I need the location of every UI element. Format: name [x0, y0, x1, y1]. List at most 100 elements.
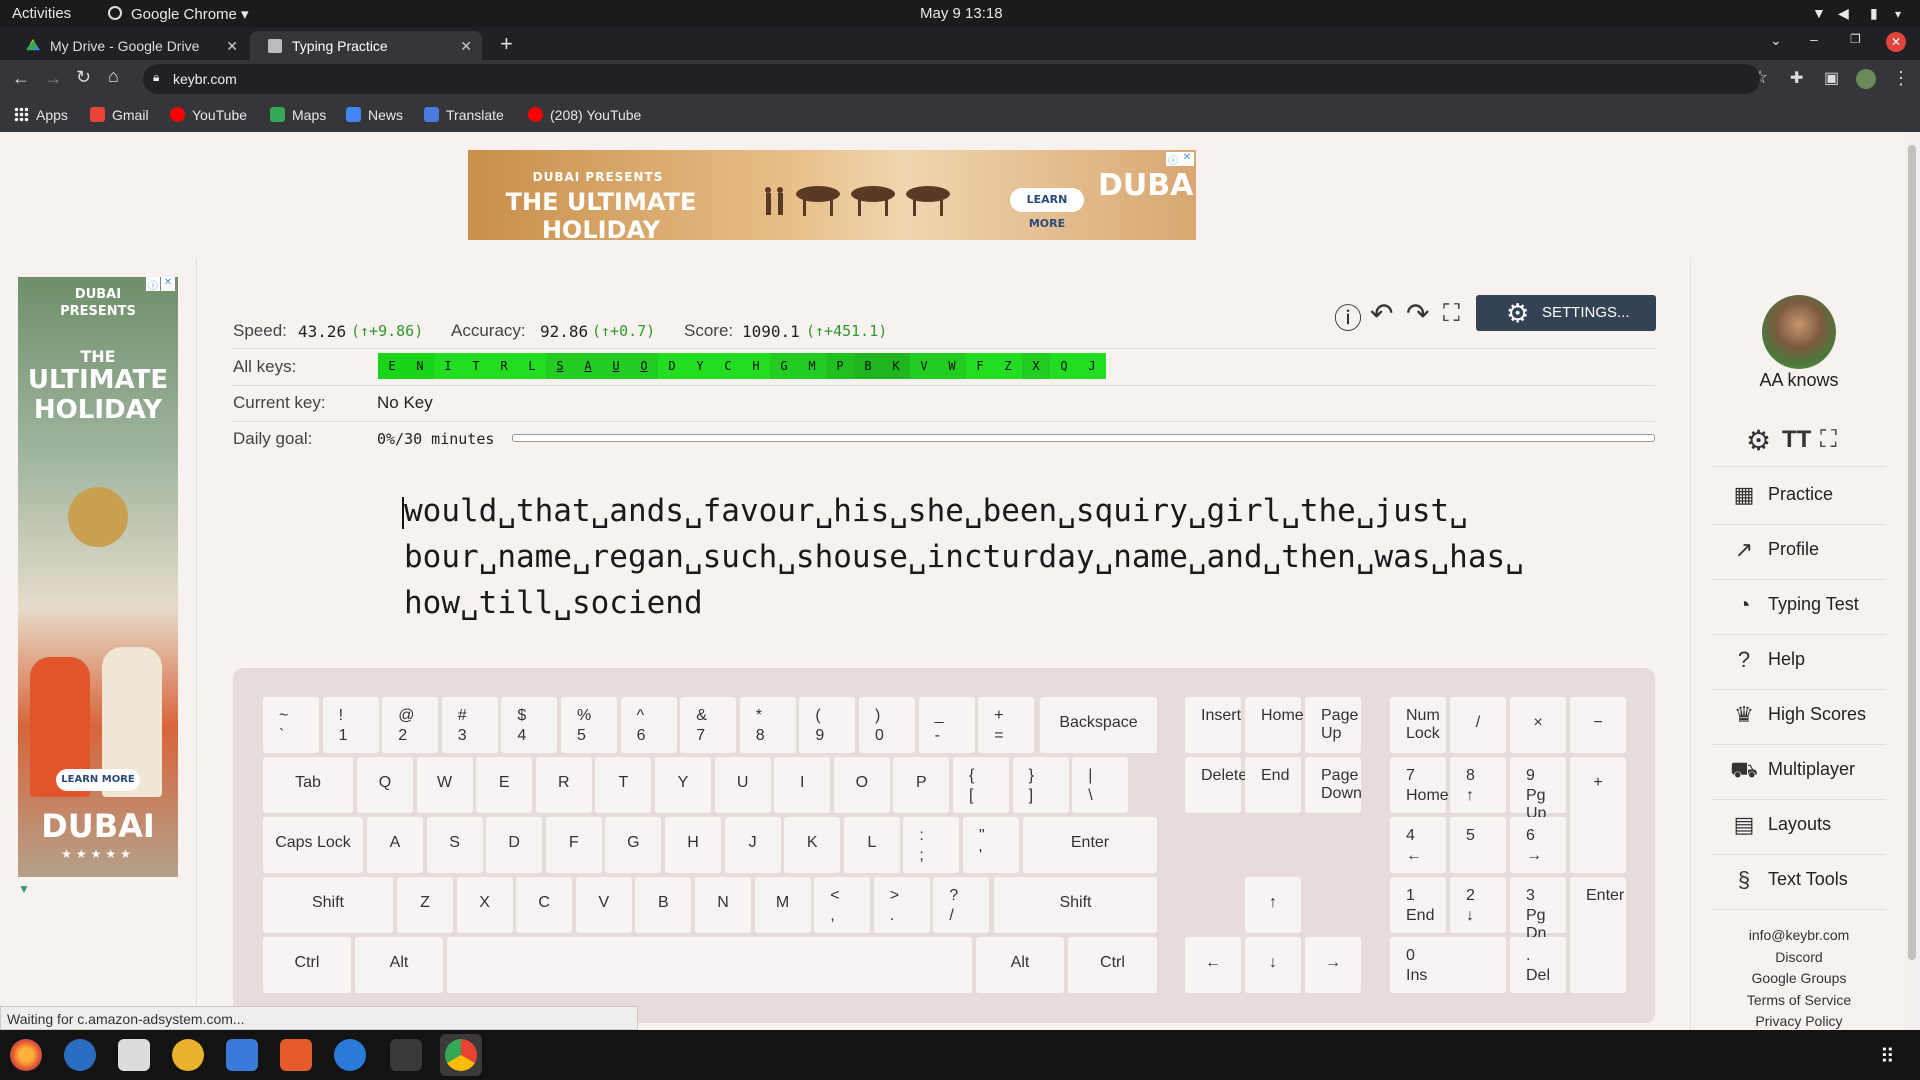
caps-lock-key[interactable]: Caps Lock [263, 817, 363, 873]
bookmark-youtube-208[interactable]: (208) YouTube [528, 107, 641, 123]
key-w[interactable]: W [416, 757, 473, 813]
numpad-enter-key[interactable]: Enter [1570, 877, 1626, 993]
key-stat-r[interactable]: R [490, 353, 518, 379]
key-6[interactable]: ^ 6 [620, 697, 677, 753]
scrollbar-thumb[interactable] [1908, 145, 1916, 960]
key-9[interactable]: :; [903, 817, 960, 873]
key-8[interactable]: L [843, 817, 900, 873]
side-panel-icon[interactable]: ▣ [1824, 68, 1839, 88]
key-stat-i[interactable]: I [434, 353, 462, 379]
footer-link[interactable]: Terms of Service [1712, 992, 1886, 1008]
volume-icon[interactable]: ◀ [1838, 5, 1849, 22]
help-icon[interactable] [334, 1039, 366, 1071]
key-5[interactable]: % 5 [561, 697, 617, 753]
sidebar-item-multiplayer[interactable]: ⛟ Multiplayer [1730, 757, 1886, 787]
numpad-1-key[interactable]: 1 End [1390, 877, 1446, 933]
key-r[interactable]: R [535, 757, 592, 813]
numpad-6-key[interactable]: 6 → [1510, 817, 1566, 873]
key-stat-b[interactable]: B [854, 353, 882, 379]
right-alt-key[interactable]: Alt [976, 937, 1064, 993]
figma-icon[interactable] [390, 1039, 422, 1071]
close-window-icon[interactable]: ✕ [1886, 32, 1906, 52]
chrome-taskbar-item[interactable] [440, 1034, 482, 1076]
numpad-4-key[interactable]: 4 ← [1390, 817, 1446, 873]
sidebar-item-profile[interactable]: ↗ Profile [1730, 537, 1886, 567]
key-6[interactable]: M [754, 877, 811, 933]
key-12[interactable]: + = [978, 697, 1035, 753]
key-stat-u[interactable]: U [602, 353, 630, 379]
key-stat-p[interactable]: P [826, 353, 854, 379]
minimize-icon[interactable]: – [1810, 31, 1818, 47]
address-bar[interactable]: 🔒︎ keybr.com [143, 64, 1760, 94]
left-shift-key[interactable]: Shift [263, 877, 393, 933]
key-stat-y[interactable]: Y [686, 353, 714, 379]
key-y[interactable]: Y [655, 757, 711, 813]
bookmark-apps[interactable]: Apps [14, 107, 68, 123]
key-o[interactable]: O [833, 757, 890, 813]
numpad-2-key[interactable]: 2 ↓ [1450, 877, 1506, 933]
settings-button[interactable]: ⚙ SETTINGS... [1476, 295, 1656, 331]
key-9[interactable]: (9 [799, 697, 856, 753]
rhythmbox-icon[interactable] [172, 1039, 204, 1071]
bookmark-maps[interactable]: Maps [270, 107, 326, 123]
fullscreen-icon[interactable]: ⛶ [1820, 426, 1837, 454]
app-menu[interactable]: Google Chrome ▾ [131, 5, 249, 23]
key-[[interactable]: {[ [953, 757, 1009, 813]
key-stat-w[interactable]: W [938, 353, 966, 379]
adchoices-icon[interactable]: ⓘ [146, 277, 160, 292]
adchoices-icon[interactable]: ⓘ [1166, 152, 1180, 167]
key-stat-e[interactable]: E [378, 353, 406, 379]
key-stat-c[interactable]: C [714, 353, 742, 379]
ad-learn-more-button[interactable]: LEARN MORE [56, 769, 140, 791]
footer-link[interactable]: Privacy Policy [1712, 1013, 1886, 1029]
end-key[interactable]: End [1245, 757, 1301, 813]
numpad-3-key[interactable]: 3 Pg Dn [1510, 877, 1566, 942]
key-7[interactable]: & 7 [680, 697, 737, 753]
restore-icon[interactable]: ❐ [1850, 32, 1861, 46]
key-0[interactable]: A [367, 817, 423, 873]
key-7[interactable]: K [784, 817, 841, 873]
key-stat-m[interactable]: M [798, 353, 826, 379]
key-stat-v[interactable]: V [910, 353, 938, 379]
undo-icon[interactable]: ↶ [1370, 297, 1393, 330]
key-4[interactable]: G [605, 817, 662, 873]
redo-icon[interactable]: ↷ [1406, 297, 1429, 330]
key-\[interactable]: | \ [1072, 757, 1129, 813]
chrome-menu-icon[interactable]: ⋮ [1892, 68, 1910, 89]
key-stat-o[interactable]: O [630, 353, 658, 379]
key-p[interactable]: P [893, 757, 950, 813]
key-6[interactable]: J [724, 817, 781, 873]
key-stat-l[interactable]: L [518, 353, 546, 379]
tab-google-drive[interactable]: My Drive - Google Drive ✕ [8, 31, 248, 60]
key-4[interactable]: $4 [501, 697, 558, 753]
key-2[interactable]: C [516, 877, 573, 933]
key-i[interactable]: I [774, 757, 831, 813]
numpad-dot-key[interactable]: . Del [1510, 937, 1566, 993]
space-key[interactable] [447, 937, 972, 993]
key-10[interactable]: " ' [963, 817, 1019, 873]
user-name[interactable]: AA knows [1712, 370, 1886, 391]
help-icon[interactable]: ⓘ [1334, 297, 1362, 337]
ad-feedback-icon[interactable]: ▼ [18, 882, 30, 896]
key-7[interactable]: <, [814, 877, 871, 933]
right-ctrl-key[interactable]: Ctrl [1068, 937, 1157, 993]
key-5[interactable]: N [695, 877, 751, 933]
close-tab-icon[interactable]: ✕ [460, 38, 472, 55]
footer-link[interactable]: info@keybr.com [1712, 927, 1886, 943]
new-tab-button[interactable]: + [500, 31, 513, 57]
arrow-down-key[interactable]: ↓ [1245, 937, 1301, 993]
forward-icon[interactable]: → [44, 68, 62, 89]
key-stat-t[interactable]: T [462, 353, 490, 379]
key-stat-g[interactable]: G [770, 353, 798, 379]
key-3[interactable]: V [575, 877, 632, 933]
key-9[interactable]: ? / [933, 877, 990, 933]
writer-icon[interactable] [226, 1039, 258, 1071]
key-5[interactable]: H [665, 817, 721, 873]
activities-button[interactable]: Activities [12, 5, 71, 22]
key-stat-n[interactable]: N [406, 353, 434, 379]
footer-link[interactable]: Discord [1712, 949, 1886, 965]
numpad-minus-key[interactable]: − [1570, 697, 1626, 753]
left-alt-key[interactable]: Alt [355, 937, 443, 993]
tab-key[interactable]: Tab [263, 757, 353, 813]
system-menu-chevron-icon[interactable]: ▾ [1895, 7, 1901, 21]
